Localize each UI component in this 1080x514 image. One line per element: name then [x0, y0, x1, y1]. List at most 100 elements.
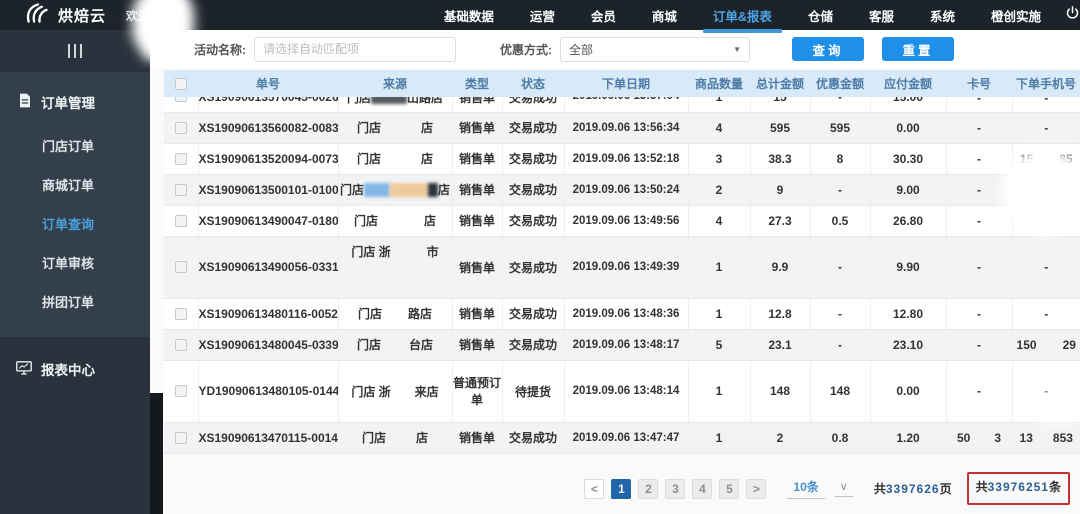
table-row: XS19090613490056-0331 门店 浙市销售单 交易成功 2019.09… — [164, 236, 1080, 299]
table-row: XS19090613480045-0339 门店 台店 销售单 交易成功 2019.09.… — [164, 329, 1080, 361]
status-cell: 交易成功 — [502, 205, 565, 237]
quantity-cell: 2 — [688, 174, 751, 206]
sidebar-collapse-toggle-icon[interactable] — [0, 30, 150, 72]
total-pages-text: 共3397626页 — [873, 482, 952, 496]
discount-method-label: 优惠方式: — [500, 42, 552, 57]
quantity-cell: 1 — [688, 422, 751, 454]
total-amount-cell: 23.1 — [750, 329, 811, 361]
nav-item-2[interactable]: 会员 — [591, 6, 616, 25]
sidebar-item-0[interactable]: 门店订单 — [0, 126, 150, 165]
reset-button[interactable]: 重置 — [882, 37, 954, 61]
row-checkbox[interactable] — [174, 152, 187, 165]
source-cell: 门店 浙市 — [338, 236, 453, 299]
payable-amount-cell: 26.80 — [870, 205, 947, 237]
quantity-cell: 1 — [688, 97, 751, 113]
table-row: XS19090613500101-0100 门店店销售单 交易成功 2019.09.0… — [164, 174, 1080, 206]
phone-cell: - — [1012, 112, 1080, 144]
nav-item-6[interactable]: 客服 — [869, 6, 894, 25]
row-checkbox[interactable] — [174, 338, 187, 351]
monitor-chart-icon — [16, 360, 32, 378]
table-row: XS19090613520094-0073 门店店销售单 交易成功 2019.09.0… — [164, 143, 1080, 175]
discount-amount-cell: 0.5 — [810, 205, 871, 237]
order-no-cell: XS19090613490047-0180 — [198, 205, 339, 237]
discount-method-select[interactable]: 全部 ▼ — [560, 36, 750, 62]
nav-item-1[interactable]: 运营 — [530, 6, 555, 25]
nav-item-5[interactable]: 仓储 — [808, 6, 833, 25]
select-all-checkbox[interactable] — [175, 77, 187, 90]
sidebar-group-title[interactable]: 订单管理 — [0, 84, 150, 126]
activity-name-input[interactable] — [254, 36, 456, 62]
sidebar-item-report-center[interactable]: 报表中心 — [0, 337, 150, 379]
phone-cell: - — [1012, 205, 1080, 237]
source-cell: 门店店 — [338, 112, 453, 144]
order-date-cell: 2019.09.06 13:56:34 — [564, 112, 689, 144]
order-date-cell: 2019.09.06 13:47:47 — [564, 422, 689, 454]
nav-menu: 基础数据 运营 会员 商城 订单&报表 仓储 客服 系统 橙创实施 — [444, 6, 1059, 33]
brand[interactable]: 烘焙云 欢迎 — [0, 2, 150, 29]
order-no-cell: YD19090613480105-0144 — [198, 360, 339, 423]
total-amount-cell: 27.3 — [750, 205, 811, 237]
order-date-cell: 2019.09.06 13:49:39 — [564, 236, 689, 299]
page-button-1[interactable]: 1 — [611, 478, 632, 499]
page-button-5[interactable]: 5 — [719, 478, 740, 499]
discount-amount-cell: 148 — [810, 360, 871, 423]
card-no-cell: - — [946, 143, 1013, 175]
row-checkbox[interactable] — [174, 385, 187, 397]
order-date-cell: 2019.09.06 13:49:56 — [564, 205, 689, 237]
sidebar-item-3[interactable]: 订单审核 — [0, 243, 150, 282]
row-checkbox[interactable] — [174, 97, 187, 103]
row-checkbox[interactable] — [174, 121, 187, 134]
row-checkbox[interactable] — [174, 431, 187, 444]
row-checkbox[interactable] — [174, 307, 187, 320]
status-cell: 交易成功 — [502, 143, 565, 175]
page-button-3[interactable]: 3 — [665, 478, 686, 499]
prev-page-button[interactable]: < — [584, 478, 605, 499]
page-size-select[interactable]: 10条 ∨ — [787, 478, 853, 499]
page-button-2[interactable]: 2 — [638, 478, 659, 499]
discount-amount-cell: 8 — [810, 143, 871, 175]
sidebar-item-1[interactable]: 商城订单 — [0, 165, 150, 204]
type-cell: 销售单 — [452, 236, 503, 299]
phone-cell: - — [1012, 97, 1080, 113]
discount-amount-cell: - — [810, 329, 871, 361]
quantity-cell: 4 — [688, 112, 751, 144]
nav-item-3[interactable]: 商城 — [652, 6, 677, 25]
status-cell: 交易成功 — [502, 112, 565, 144]
order-no-cell: XS19090613500101-0100 — [198, 174, 339, 206]
logout-power-button[interactable] — [1065, 5, 1080, 25]
nav-item-8[interactable]: 橙创实施 — [991, 6, 1041, 25]
page-button-4[interactable]: 4 — [692, 478, 713, 499]
column-header-9: 卡号 — [946, 70, 1012, 97]
welcome-text: 欢迎 — [126, 8, 151, 23]
column-header-6: 总计金额 — [750, 70, 810, 97]
top-navbar: 烘焙云 欢迎 基础数据 运营 会员 商城 订单&报表 仓储 客服 系统 橙创实施 — [0, 0, 1080, 33]
search-button[interactable]: 查询 — [792, 37, 864, 61]
source-cell: 门店店 — [338, 205, 453, 237]
activity-name-label: 活动名称: — [194, 42, 246, 57]
card-no-cell: - — [946, 112, 1013, 144]
type-cell: 销售单 — [452, 174, 503, 206]
order-date-cell: 2019.09.06 13:52:18 — [564, 143, 689, 175]
table-row: XS19090613470115-0014 门店店销售单 交易成功 2019.09.0… — [164, 422, 1080, 454]
order-date-cell: 2019.09.06 13:57:04 — [564, 97, 689, 113]
card-no-cell: - — [946, 236, 1013, 299]
sidebar-item-2[interactable]: 订单查询 — [0, 204, 150, 243]
order-date-cell: 2019.09.06 13:48:36 — [564, 298, 689, 330]
row-checkbox[interactable] — [174, 261, 187, 273]
total-amount-cell: 12.8 — [750, 298, 811, 330]
nav-item-0[interactable]: 基础数据 — [444, 6, 494, 25]
next-page-button[interactable]: > — [746, 478, 767, 499]
total-amount-cell: 38.3 — [750, 143, 811, 175]
row-checkbox[interactable] — [174, 183, 187, 196]
payable-amount-cell: 23.10 — [870, 329, 947, 361]
quantity-cell: 5 — [688, 329, 751, 361]
source-cell: 门店 山路店 — [338, 97, 453, 113]
sidebar-item-4[interactable]: 拼团订单 — [0, 282, 150, 321]
row-checkbox[interactable] — [174, 214, 187, 227]
discount-amount-cell: 595 — [810, 112, 871, 144]
order-no-cell: XS19090613470115-0014 — [198, 422, 339, 454]
nav-item-4[interactable]: 订单&报表 — [702, 6, 782, 33]
column-header-2: 类型 — [452, 70, 502, 97]
document-icon — [18, 93, 32, 111]
nav-item-7[interactable]: 系统 — [930, 6, 955, 25]
